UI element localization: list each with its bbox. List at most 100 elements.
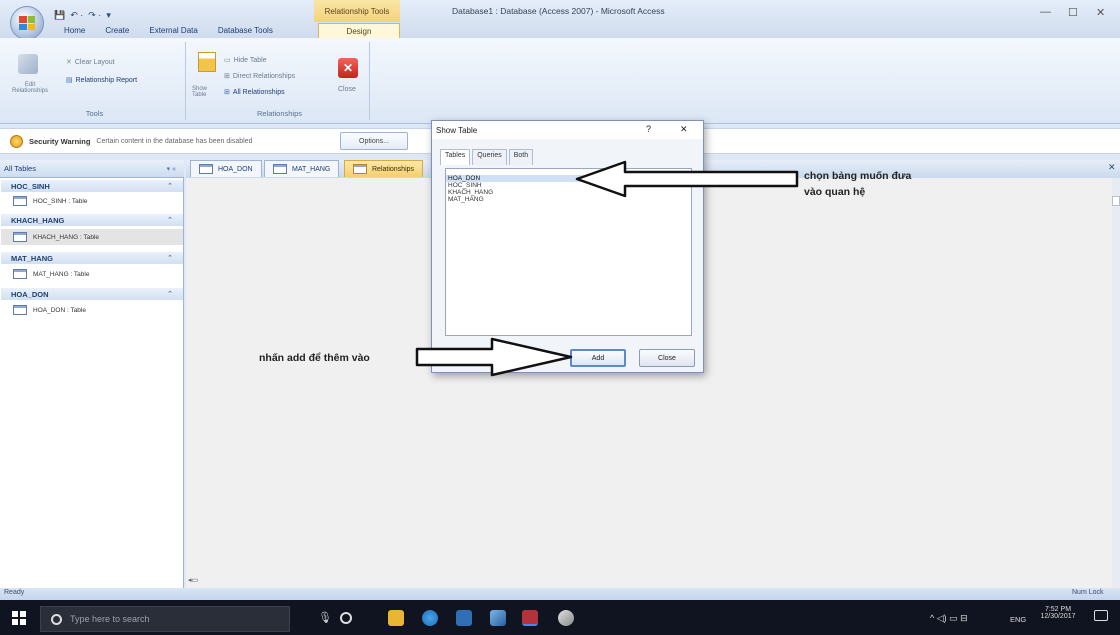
undo-icon[interactable]: ↶ · bbox=[70, 10, 83, 21]
tab-database-tools[interactable]: Database Tools bbox=[208, 24, 283, 38]
chrome-icon[interactable] bbox=[422, 610, 438, 626]
minimize-button[interactable]: — bbox=[1040, 6, 1051, 18]
window-title: Database1 : Database (Access 2007) - Mic… bbox=[452, 6, 665, 16]
relationship-report-button[interactable]: ▤ Relationship Report bbox=[66, 76, 137, 85]
tab-create[interactable]: Create bbox=[95, 24, 139, 38]
edit-relationships-icon bbox=[18, 54, 38, 74]
table-icon bbox=[273, 164, 287, 174]
tab-both[interactable]: Both bbox=[508, 149, 534, 165]
office-button[interactable] bbox=[10, 6, 44, 40]
tab-home[interactable]: Home bbox=[50, 24, 95, 38]
list-item-hoa-don[interactable]: HOA_DON bbox=[446, 175, 588, 182]
hide-table-button[interactable]: ▭ Hide Table bbox=[224, 56, 267, 65]
nav-item-hoa-don[interactable]: HOA_DON : Table bbox=[1, 302, 183, 318]
security-warning-title: Security Warning bbox=[29, 136, 91, 146]
relationships-icon bbox=[353, 164, 367, 174]
nav-header[interactable]: All Tables ▾ « bbox=[0, 160, 184, 178]
redo-icon[interactable]: ↷ · bbox=[88, 10, 101, 21]
horizontal-scroll-left-icon[interactable]: ◂▭ bbox=[188, 576, 208, 586]
tab-external-data[interactable]: External Data bbox=[139, 24, 207, 38]
all-relationships-button[interactable]: ⊞ All Relationships bbox=[224, 88, 285, 97]
hide-table-icon: ▭ bbox=[224, 57, 231, 64]
nav-item-hoc-sinh[interactable]: HOC_SINH : Table bbox=[1, 193, 183, 209]
taskbar-search[interactable]: Type here to search bbox=[40, 606, 290, 632]
office-logo-icon bbox=[19, 16, 35, 30]
annotation-line-2: vào quan hệ bbox=[804, 186, 866, 198]
doc-tab-hoa-don[interactable]: HOA_DON bbox=[190, 160, 262, 177]
nav-item-mat-hang[interactable]: MAT_HANG : Table bbox=[1, 266, 183, 282]
relationships-group-label: Relationships bbox=[256, 109, 303, 118]
tab-queries[interactable]: Queries bbox=[472, 149, 507, 165]
doc-tab-label: Relationships bbox=[372, 165, 415, 173]
dialog-close-icon[interactable]: ✕ bbox=[680, 124, 688, 135]
search-placeholder: Type here to search bbox=[70, 614, 150, 624]
scroll-thumb[interactable] bbox=[1112, 196, 1120, 206]
annotation-arrow-right bbox=[415, 337, 573, 377]
notifications-icon[interactable] bbox=[1094, 610, 1108, 621]
help-icon[interactable]: ? bbox=[646, 124, 651, 134]
maximize-button[interactable]: ☐ bbox=[1068, 6, 1078, 19]
annotation-line-1: chọn bảng muốn đưa bbox=[804, 170, 912, 182]
options-button[interactable]: Options... bbox=[340, 132, 408, 150]
status-num-lock: Num Lock bbox=[1072, 589, 1104, 596]
nav-group-label: KHACH_HANG bbox=[11, 215, 65, 225]
clock[interactable]: 7:52 PM 12/30/2017 bbox=[1036, 606, 1080, 620]
app-icon[interactable] bbox=[456, 610, 472, 626]
nav-group-label: MAT_HANG bbox=[11, 253, 53, 263]
table-icon bbox=[13, 269, 27, 279]
nav-menu-icon[interactable]: ▾ « bbox=[167, 165, 176, 173]
doc-tab-relationships[interactable]: Relationships bbox=[344, 160, 424, 177]
paint-icon[interactable] bbox=[490, 610, 506, 626]
quick-access-toolbar: 💾 ↶ · ↷ · ▾ bbox=[54, 8, 111, 22]
language-indicator[interactable]: ENG bbox=[1010, 615, 1026, 624]
tools-group: Edit Relationships ✕ Clear Layout ▤ Relati… bbox=[4, 42, 186, 120]
all-relationships-label: All Relationships bbox=[232, 88, 285, 96]
close-relationships-button[interactable]: Close bbox=[338, 86, 356, 93]
tab-design[interactable]: Design bbox=[318, 23, 400, 39]
close-document-icon[interactable]: ✕ bbox=[1108, 162, 1116, 173]
annotation-choose-table: chọn bảng muốn đưa vào quan hệ bbox=[804, 168, 911, 200]
annotation-add: nhấn add để thêm vào bbox=[259, 352, 370, 364]
vertical-scrollbar[interactable] bbox=[1112, 178, 1120, 588]
doc-tab-label: MAT_HANG bbox=[292, 165, 331, 173]
tools-group-label: Tools bbox=[85, 109, 104, 118]
clear-icon: ✕ bbox=[66, 59, 72, 66]
close-dialog-button[interactable]: Close bbox=[639, 349, 695, 367]
snipping-tool-icon[interactable] bbox=[558, 610, 574, 626]
ribbon-tabs: Home Create External Data Database Tools bbox=[50, 24, 283, 38]
nav-group-hoa-don[interactable]: HOA_DON ⌃ bbox=[1, 288, 183, 300]
nav-item-label: MAT_HANG : Table bbox=[33, 270, 90, 278]
close-window-button[interactable]: ✕ bbox=[1096, 6, 1105, 19]
edit-relationships-button[interactable]: Edit Relationships bbox=[8, 82, 52, 94]
doc-tab-mat-hang[interactable]: MAT_HANG bbox=[264, 160, 340, 177]
collapse-icon: ⌃ bbox=[167, 217, 173, 224]
file-explorer-icon[interactable] bbox=[388, 610, 404, 626]
close-relationships-icon: ✕ bbox=[338, 58, 358, 78]
clear-layout-button[interactable]: ✕ Clear Layout bbox=[66, 58, 115, 67]
customize-qat-icon[interactable]: ▾ bbox=[106, 10, 111, 21]
clock-date: 12/30/2017 bbox=[1040, 613, 1076, 620]
nav-group-hoc-sinh[interactable]: HOC_SINH ⌃ bbox=[1, 180, 183, 192]
task-view-icon[interactable] bbox=[340, 612, 352, 624]
dialog-title: Show Table bbox=[436, 125, 478, 135]
all-relationships-icon: ⊞ bbox=[224, 89, 230, 96]
nav-item-khach-hang[interactable]: KHACH_HANG : Table bbox=[1, 229, 183, 245]
microphone-icon[interactable]: 🎙 bbox=[318, 611, 332, 624]
system-tray-icons[interactable]: ^ ◁) ▭ ⊟ bbox=[930, 613, 968, 624]
show-table-button[interactable]: Show Table bbox=[192, 86, 222, 98]
tab-tables[interactable]: Tables bbox=[440, 149, 471, 165]
table-icon bbox=[13, 305, 27, 315]
direct-relationships-button[interactable]: ⊞ Direct Relationships bbox=[224, 72, 295, 81]
context-tools-label: Relationship Tools bbox=[314, 0, 400, 22]
shield-icon bbox=[10, 134, 23, 148]
save-icon[interactable]: 💾 bbox=[54, 10, 65, 21]
cortana-icon bbox=[51, 613, 62, 625]
table-icon bbox=[199, 164, 213, 174]
nav-group-khach-hang[interactable]: KHACH_HANG ⌃ bbox=[1, 214, 183, 226]
add-button[interactable]: Add bbox=[570, 349, 626, 367]
access-icon[interactable] bbox=[522, 610, 538, 626]
start-button[interactable] bbox=[12, 611, 26, 625]
nav-group-mat-hang[interactable]: MAT_HANG ⌃ bbox=[1, 252, 183, 264]
nav-group-label: HOC_SINH bbox=[11, 181, 50, 191]
collapse-icon: ⌃ bbox=[167, 291, 173, 298]
